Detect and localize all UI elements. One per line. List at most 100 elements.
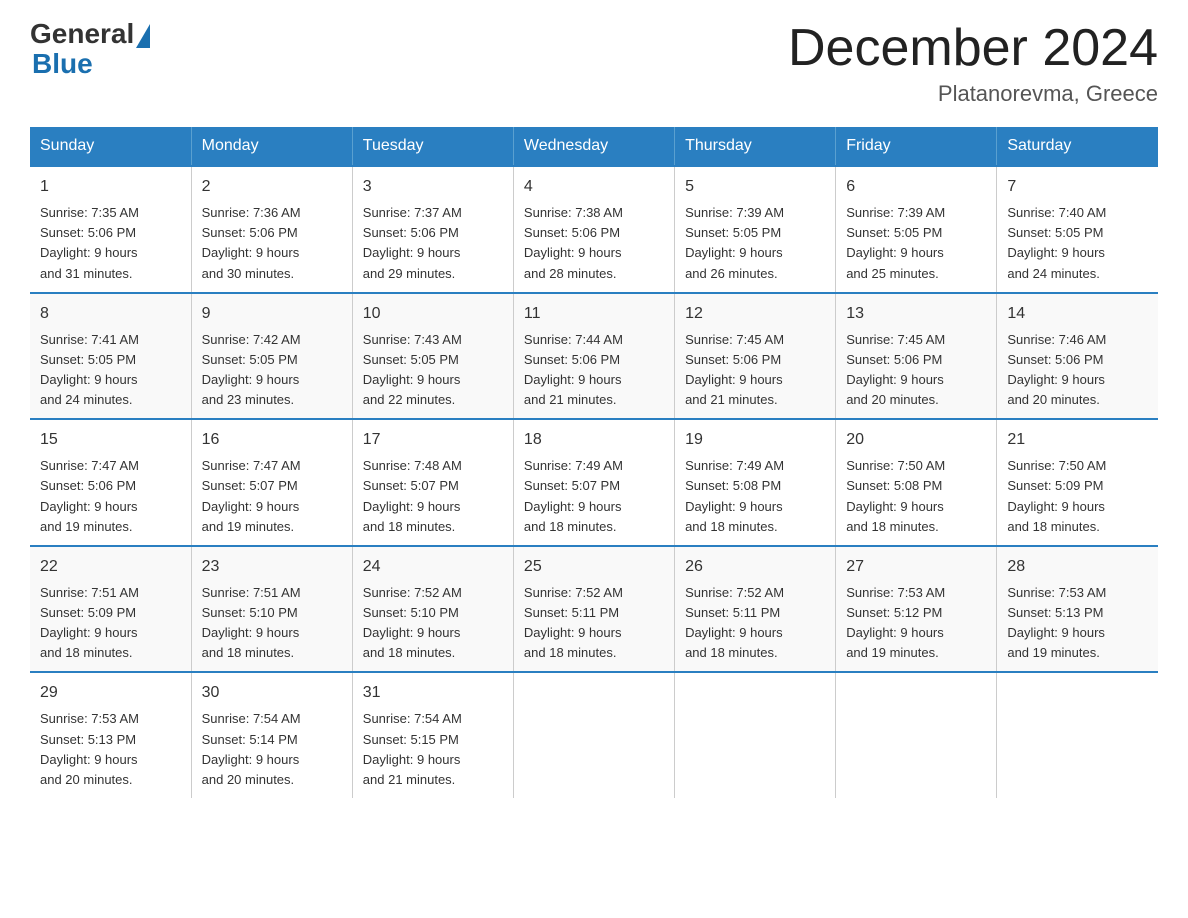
day-number: 2 [202,175,342,199]
header-sunday: Sunday [30,127,191,166]
table-row: 3 Sunrise: 7:37 AM Sunset: 5:06 PM Dayli… [352,166,513,293]
table-row: 17 Sunrise: 7:48 AM Sunset: 5:07 PM Dayl… [352,419,513,546]
calendar-week-row: 15 Sunrise: 7:47 AM Sunset: 5:06 PM Dayl… [30,419,1158,546]
table-row: 7 Sunrise: 7:40 AM Sunset: 5:05 PM Dayli… [997,166,1158,293]
table-row: 16 Sunrise: 7:47 AM Sunset: 5:07 PM Dayl… [191,419,352,546]
day-number: 18 [524,428,664,452]
day-number: 3 [363,175,503,199]
day-info: Sunrise: 7:51 AM Sunset: 5:10 PM Dayligh… [202,583,342,664]
day-info: Sunrise: 7:53 AM Sunset: 5:13 PM Dayligh… [1007,583,1148,664]
day-number: 21 [1007,428,1148,452]
day-info: Sunrise: 7:49 AM Sunset: 5:07 PM Dayligh… [524,456,664,537]
day-info: Sunrise: 7:47 AM Sunset: 5:06 PM Dayligh… [40,456,181,537]
header-monday: Monday [191,127,352,166]
table-row: 15 Sunrise: 7:47 AM Sunset: 5:06 PM Dayl… [30,419,191,546]
day-info: Sunrise: 7:53 AM Sunset: 5:12 PM Dayligh… [846,583,986,664]
day-info: Sunrise: 7:51 AM Sunset: 5:09 PM Dayligh… [40,583,181,664]
table-row: 20 Sunrise: 7:50 AM Sunset: 5:08 PM Dayl… [836,419,997,546]
day-number: 16 [202,428,342,452]
day-info: Sunrise: 7:49 AM Sunset: 5:08 PM Dayligh… [685,456,825,537]
day-number: 30 [202,681,342,705]
day-info: Sunrise: 7:37 AM Sunset: 5:06 PM Dayligh… [363,203,503,284]
table-row: 19 Sunrise: 7:49 AM Sunset: 5:08 PM Dayl… [675,419,836,546]
day-info: Sunrise: 7:45 AM Sunset: 5:06 PM Dayligh… [685,330,825,411]
table-row: 24 Sunrise: 7:52 AM Sunset: 5:10 PM Dayl… [352,546,513,673]
day-number: 26 [685,555,825,579]
month-title: December 2024 [788,20,1158,77]
day-info: Sunrise: 7:42 AM Sunset: 5:05 PM Dayligh… [202,330,342,411]
day-number: 25 [524,555,664,579]
day-number: 31 [363,681,503,705]
day-info: Sunrise: 7:47 AM Sunset: 5:07 PM Dayligh… [202,456,342,537]
day-info: Sunrise: 7:48 AM Sunset: 5:07 PM Dayligh… [363,456,503,537]
day-info: Sunrise: 7:52 AM Sunset: 5:11 PM Dayligh… [685,583,825,664]
table-row: 10 Sunrise: 7:43 AM Sunset: 5:05 PM Dayl… [352,293,513,420]
table-row: 2 Sunrise: 7:36 AM Sunset: 5:06 PM Dayli… [191,166,352,293]
day-number: 27 [846,555,986,579]
logo-triangle-icon [136,24,150,48]
day-number: 29 [40,681,181,705]
location-label: Platanorevma, Greece [788,81,1158,107]
day-number: 13 [846,302,986,326]
header-wednesday: Wednesday [513,127,674,166]
table-row: 23 Sunrise: 7:51 AM Sunset: 5:10 PM Dayl… [191,546,352,673]
table-row: 25 Sunrise: 7:52 AM Sunset: 5:11 PM Dayl… [513,546,674,673]
table-row: 6 Sunrise: 7:39 AM Sunset: 5:05 PM Dayli… [836,166,997,293]
day-info: Sunrise: 7:43 AM Sunset: 5:05 PM Dayligh… [363,330,503,411]
day-number: 24 [363,555,503,579]
table-row: 5 Sunrise: 7:39 AM Sunset: 5:05 PM Dayli… [675,166,836,293]
day-info: Sunrise: 7:52 AM Sunset: 5:10 PM Dayligh… [363,583,503,664]
day-number: 19 [685,428,825,452]
day-info: Sunrise: 7:54 AM Sunset: 5:15 PM Dayligh… [363,709,503,790]
table-row [997,672,1158,798]
table-row: 1 Sunrise: 7:35 AM Sunset: 5:06 PM Dayli… [30,166,191,293]
day-number: 20 [846,428,986,452]
day-info: Sunrise: 7:50 AM Sunset: 5:09 PM Dayligh… [1007,456,1148,537]
table-row: 14 Sunrise: 7:46 AM Sunset: 5:06 PM Dayl… [997,293,1158,420]
day-number: 23 [202,555,342,579]
day-info: Sunrise: 7:41 AM Sunset: 5:05 PM Dayligh… [40,330,181,411]
table-row: 26 Sunrise: 7:52 AM Sunset: 5:11 PM Dayl… [675,546,836,673]
day-number: 14 [1007,302,1148,326]
logo-general-text: General [30,20,134,48]
table-row: 8 Sunrise: 7:41 AM Sunset: 5:05 PM Dayli… [30,293,191,420]
day-number: 28 [1007,555,1148,579]
table-row: 21 Sunrise: 7:50 AM Sunset: 5:09 PM Dayl… [997,419,1158,546]
logo-blue-text: Blue [32,48,93,79]
day-info: Sunrise: 7:38 AM Sunset: 5:06 PM Dayligh… [524,203,664,284]
day-info: Sunrise: 7:40 AM Sunset: 5:05 PM Dayligh… [1007,203,1148,284]
table-row: 18 Sunrise: 7:49 AM Sunset: 5:07 PM Dayl… [513,419,674,546]
day-number: 7 [1007,175,1148,199]
day-info: Sunrise: 7:39 AM Sunset: 5:05 PM Dayligh… [846,203,986,284]
title-section: December 2024 Platanorevma, Greece [788,20,1158,107]
calendar-week-row: 8 Sunrise: 7:41 AM Sunset: 5:05 PM Dayli… [30,293,1158,420]
table-row: 29 Sunrise: 7:53 AM Sunset: 5:13 PM Dayl… [30,672,191,798]
day-number: 22 [40,555,181,579]
calendar-header-row: Sunday Monday Tuesday Wednesday Thursday… [30,127,1158,166]
day-info: Sunrise: 7:54 AM Sunset: 5:14 PM Dayligh… [202,709,342,790]
table-row: 22 Sunrise: 7:51 AM Sunset: 5:09 PM Dayl… [30,546,191,673]
day-number: 9 [202,302,342,326]
calendar-week-row: 29 Sunrise: 7:53 AM Sunset: 5:13 PM Dayl… [30,672,1158,798]
table-row: 13 Sunrise: 7:45 AM Sunset: 5:06 PM Dayl… [836,293,997,420]
table-row: 31 Sunrise: 7:54 AM Sunset: 5:15 PM Dayl… [352,672,513,798]
table-row: 28 Sunrise: 7:53 AM Sunset: 5:13 PM Dayl… [997,546,1158,673]
logo: General Blue [30,20,152,80]
calendar-week-row: 1 Sunrise: 7:35 AM Sunset: 5:06 PM Dayli… [30,166,1158,293]
day-info: Sunrise: 7:36 AM Sunset: 5:06 PM Dayligh… [202,203,342,284]
calendar-table: Sunday Monday Tuesday Wednesday Thursday… [30,127,1158,798]
day-info: Sunrise: 7:53 AM Sunset: 5:13 PM Dayligh… [40,709,181,790]
table-row [836,672,997,798]
day-number: 12 [685,302,825,326]
day-number: 4 [524,175,664,199]
day-info: Sunrise: 7:45 AM Sunset: 5:06 PM Dayligh… [846,330,986,411]
calendar-week-row: 22 Sunrise: 7:51 AM Sunset: 5:09 PM Dayl… [30,546,1158,673]
table-row [513,672,674,798]
header-thursday: Thursday [675,127,836,166]
day-number: 15 [40,428,181,452]
table-row: 9 Sunrise: 7:42 AM Sunset: 5:05 PM Dayli… [191,293,352,420]
table-row: 30 Sunrise: 7:54 AM Sunset: 5:14 PM Dayl… [191,672,352,798]
day-number: 8 [40,302,181,326]
day-info: Sunrise: 7:46 AM Sunset: 5:06 PM Dayligh… [1007,330,1148,411]
day-number: 10 [363,302,503,326]
